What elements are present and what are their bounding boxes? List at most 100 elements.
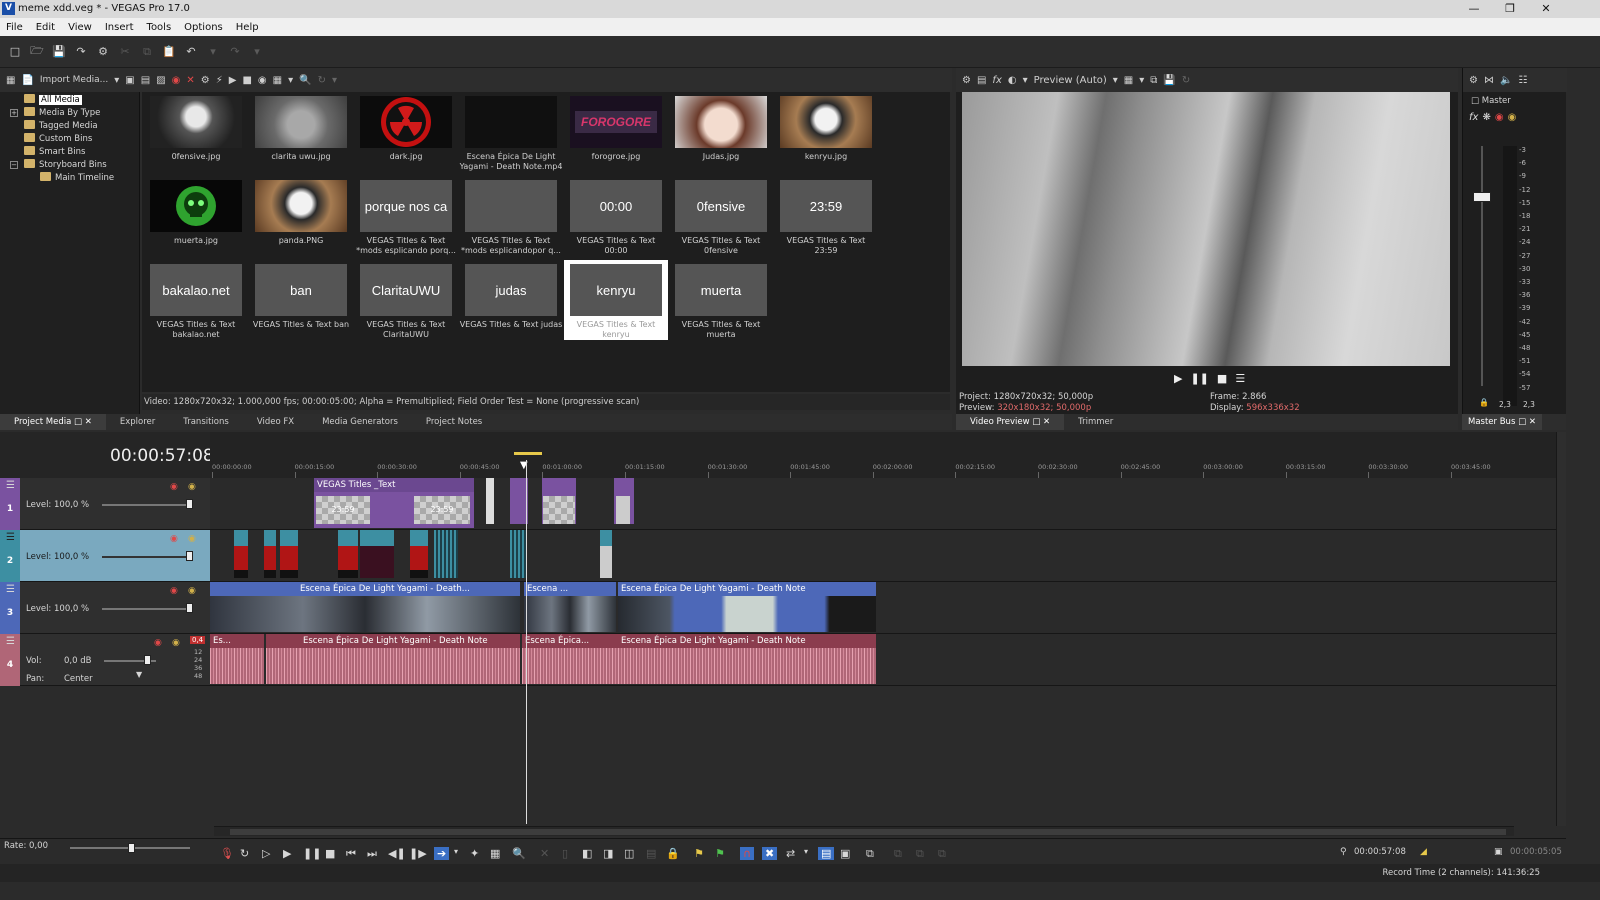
media-item[interactable]: porque nos ca VEGAS Titles & Text *mods … (354, 176, 458, 256)
lock-icon[interactable]: 🔒 (1479, 398, 1489, 407)
undock-icon[interactable]: □ (74, 417, 82, 427)
record-icon[interactable]: 🎙 (220, 847, 234, 860)
search-icon[interactable]: 🔍 (299, 75, 311, 86)
tab-trimmer[interactable]: Trimmer (1064, 414, 1127, 430)
go-to-end-icon[interactable]: ⏭ (367, 847, 377, 861)
auto-ripple-icon[interactable]: ⇄ (786, 847, 795, 860)
event-pan-crop-icon[interactable]: ⧉ (866, 847, 874, 861)
fx-icon[interactable]: fx (992, 75, 1001, 86)
capture-icon[interactable]: ▣ (125, 75, 134, 86)
envelope-tool-icon[interactable]: ✦ (470, 847, 479, 860)
import-media-icon[interactable]: 📄 (21, 75, 33, 86)
tab-project-media[interactable]: Project Media □ ✕ (0, 414, 106, 430)
tab-project-notes[interactable]: Project Notes (412, 414, 496, 430)
tree-item-media-by-type[interactable]: Media By Type (24, 107, 100, 120)
collapse-icon[interactable]: − (10, 161, 18, 169)
next-frame-icon[interactable]: ❚▶ (409, 847, 427, 860)
rate-knob[interactable] (128, 843, 135, 853)
menu-file[interactable]: File (6, 22, 23, 33)
track-row-3[interactable]: Escena Épica De Light Yagami - Death... … (210, 582, 1556, 634)
stop-icon[interactable]: ■ (1217, 372, 1227, 386)
open-folder-icon[interactable]: 🗁 (30, 42, 44, 61)
tab-media-generators[interactable]: Media Generators (308, 414, 412, 430)
downmix-icon[interactable]: ⋈ (1484, 75, 1494, 86)
title-clip[interactable] (614, 478, 634, 524)
refresh-icon[interactable]: ↻ (318, 75, 326, 86)
title-clip[interactable] (542, 478, 576, 524)
redo-dropdown-icon[interactable]: ▾ (250, 45, 264, 58)
overlays-grid-icon[interactable]: ▦ (1124, 75, 1133, 86)
import-dropdown-icon[interactable]: ▾ (114, 75, 119, 86)
menu-view[interactable]: View (68, 22, 92, 33)
timeline-vertical-scrollbar[interactable] (1556, 432, 1566, 826)
level-slider[interactable] (102, 556, 192, 558)
scrollbar-thumb[interactable] (230, 829, 1506, 835)
ignore-grouping-icon[interactable]: ▣ (840, 847, 850, 860)
trim-start-icon[interactable]: ◧ (582, 847, 592, 860)
zoom-tool-icon[interactable]: 🔍 (512, 847, 526, 860)
audio-clip[interactable]: Es... (210, 634, 264, 684)
menu-insert[interactable]: Insert (105, 22, 134, 33)
tree-item-custom-bins[interactable]: Custom Bins (24, 133, 92, 146)
media-item[interactable]: panda.PNG (249, 176, 353, 256)
audio-clip[interactable]: Escena Épica De Light Yagami - Death Not… (618, 634, 876, 684)
mute-icon[interactable]: ◉ (1495, 112, 1504, 123)
remove-unused-icon[interactable]: ◉ (172, 75, 181, 86)
project-properties-gear-icon[interactable]: ⚙ (962, 75, 971, 86)
media-item[interactable]: VEGAS Titles & Text *mods esplicandopor … (459, 176, 563, 256)
title-clip[interactable] (486, 478, 494, 524)
video-clip[interactable]: Escena Épica De Light Yagami - Death Not… (618, 582, 876, 632)
mute-icon[interactable]: ◉ (154, 638, 162, 648)
tree-item-main-timeline[interactable]: Main Timeline (40, 172, 114, 185)
play-icon[interactable]: ▶ (1174, 372, 1182, 386)
audio-clip[interactable] (266, 634, 300, 684)
video-clip[interactable]: Escena Épica De Light Yagami - Death... (210, 582, 520, 632)
media-item[interactable]: 0fensive.jpg (144, 92, 248, 172)
lock-envelopes-icon[interactable]: ▤ (818, 847, 835, 860)
master-checkbox[interactable]: □ (1471, 96, 1479, 106)
tab-video-preview[interactable]: Video Preview □ ✕ (956, 414, 1065, 430)
media-item[interactable]: Judas.jpg (669, 92, 773, 172)
undo-icon[interactable]: ↶ (184, 45, 198, 58)
vol-knob[interactable] (144, 655, 151, 665)
level-knob[interactable] (186, 551, 193, 561)
auto-preview-play-icon[interactable]: ▶ (229, 75, 237, 86)
media-item[interactable]: judas VEGAS Titles & Text judas (459, 260, 563, 340)
media-item[interactable]: clarita uwu.jpg (249, 92, 353, 172)
menu-tools[interactable]: Tools (147, 22, 172, 33)
image-clip[interactable] (510, 530, 526, 578)
track-header-1[interactable]: 1 ☰ ◉ ◉ Level: 100,0 % (0, 478, 210, 530)
tree-item-smart-bins[interactable]: Smart Bins (24, 146, 85, 159)
mute-icon[interactable]: ◉ (170, 586, 178, 596)
import-media-button[interactable]: Import Media... (40, 75, 108, 85)
tree-item-all-media[interactable]: All Media (24, 94, 82, 107)
mixer-icon[interactable]: ☷ (1518, 75, 1527, 86)
media-item[interactable]: muerta VEGAS Titles & Text muerta (669, 260, 773, 340)
edit-tool-dropdown-icon[interactable]: ▾ (454, 847, 458, 856)
media-fx-icon[interactable]: ⚡ (216, 75, 223, 86)
image-clip[interactable] (234, 530, 248, 578)
view-dropdown-icon[interactable]: ▾ (288, 75, 293, 86)
loop-playback-icon[interactable]: ↻ (240, 847, 249, 860)
audio-clip[interactable]: Escena Épica De Light Yagami - Death Not… (300, 634, 520, 684)
media-item[interactable]: ban VEGAS Titles & Text ban (249, 260, 353, 340)
split-dropdown-icon[interactable]: ▾ (1023, 75, 1028, 86)
external-monitor-icon[interactable]: ▤ (977, 75, 986, 86)
mute-icon[interactable]: ◉ (170, 482, 178, 492)
timeline-horizontal-scrollbar[interactable] (214, 826, 1514, 836)
get-media-icon[interactable]: ▤ (141, 75, 150, 86)
solo-icon[interactable]: ◉ (188, 534, 196, 544)
image-clip[interactable] (280, 530, 298, 578)
track-row-4[interactable]: Es... Escena Épica De Light Yagami - Dea… (210, 634, 1556, 686)
media-item[interactable]: FOROGORE forogroe.jpg (564, 92, 668, 172)
track-menu-icon[interactable]: ☰ (6, 584, 15, 595)
media-item[interactable]: 23:59 VEGAS Titles & Text 23:59 (774, 176, 878, 256)
stop-preview-icon[interactable]: ■ (242, 75, 251, 86)
menu-help[interactable]: Help (236, 22, 259, 33)
track-header-4[interactable]: 4 ☰ ◉ ◉ 0,4 Vol: 0,0 dB Pan: Center ▼ 12… (0, 634, 210, 686)
track-menu-icon[interactable]: ☰ (6, 636, 15, 647)
media-item[interactable]: ClaritaUWU VEGAS Titles & Text ClaritaUW… (354, 260, 458, 340)
views-icon[interactable]: ▦ (6, 75, 15, 86)
remove-media-icon[interactable]: ✕ (186, 75, 194, 86)
get-photos-icon[interactable]: ▨ (156, 75, 165, 86)
